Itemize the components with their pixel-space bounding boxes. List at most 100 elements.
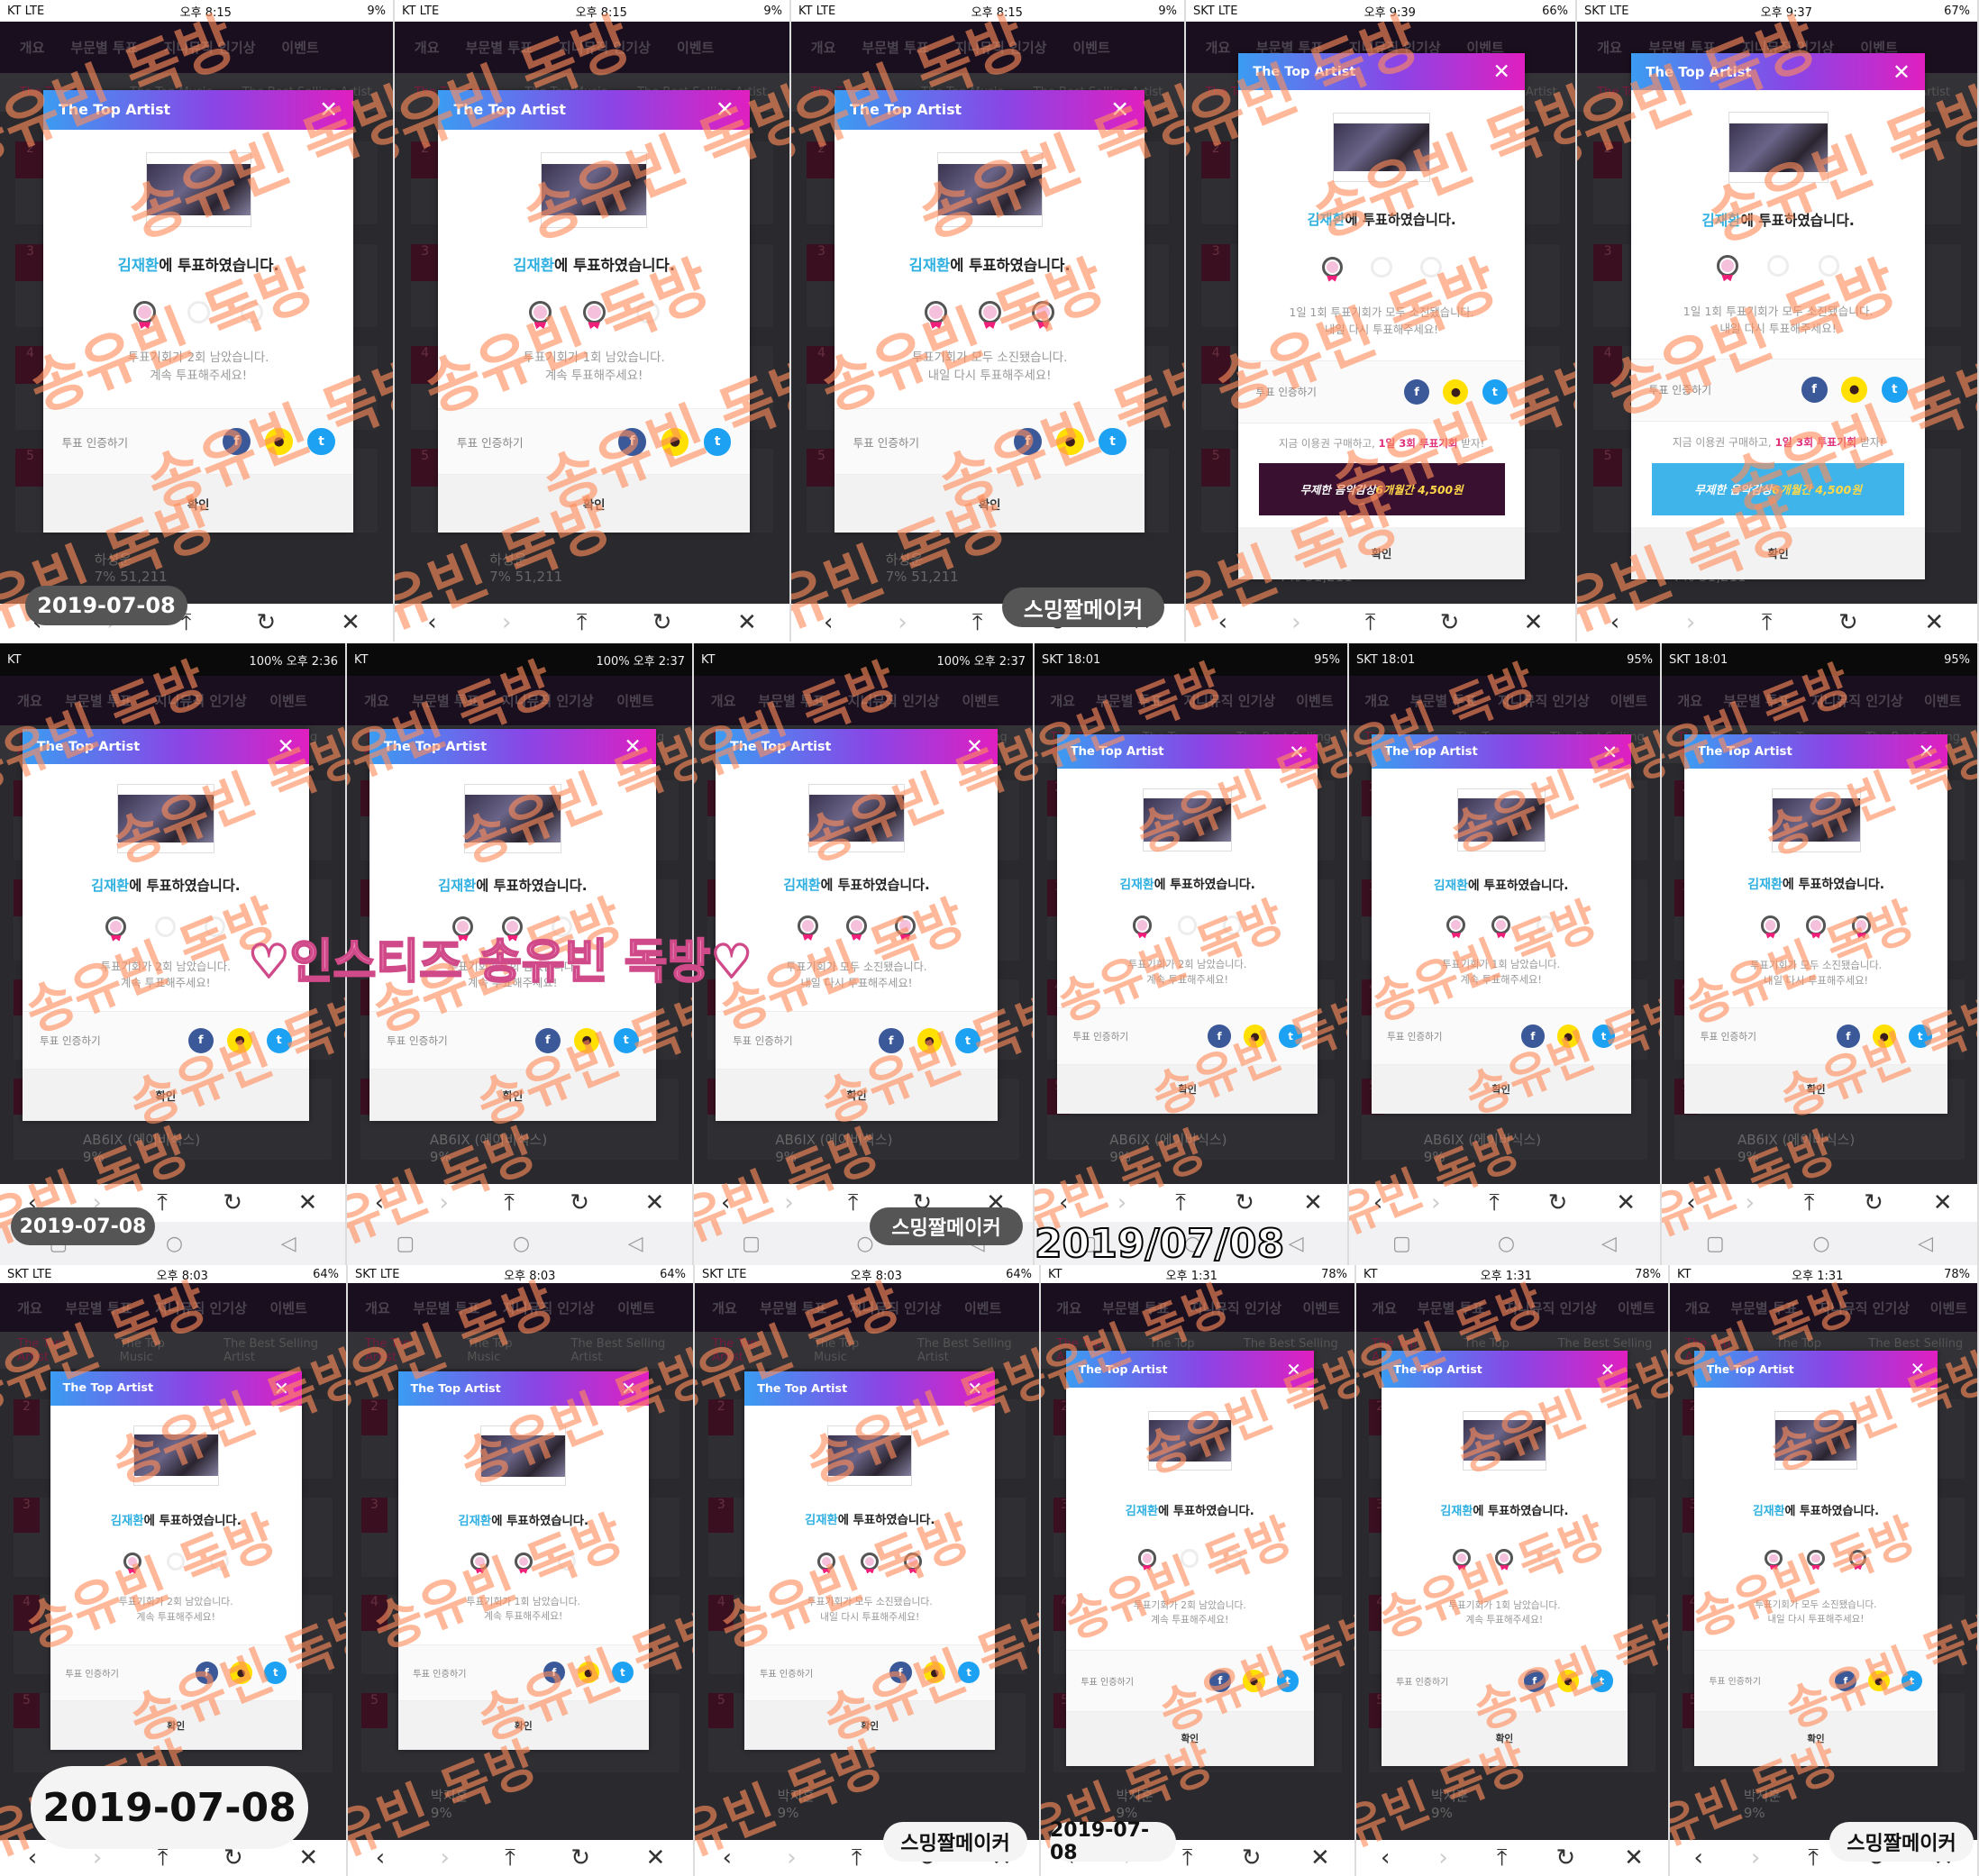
facebook-icon[interactable]: f [1014, 428, 1042, 456]
close-icon[interactable]: ✕ [737, 609, 757, 636]
app-nav-item[interactable]: 개요 [1685, 1298, 1710, 1317]
app-nav-item[interactable]: 이벤트 [1072, 38, 1109, 57]
refresh-icon[interactable]: ↻ [1548, 1189, 1568, 1216]
confirm-button[interactable]: 확인 [50, 1700, 302, 1751]
app-nav-item[interactable]: 지니뮤직 인기상 [502, 691, 594, 710]
app-nav-item[interactable]: 개요 [415, 38, 440, 57]
close-icon[interactable]: ✕ [716, 96, 734, 123]
app-nav-item[interactable]: 부문별 투표 [413, 1298, 479, 1317]
home-icon[interactable]: ○ [513, 1233, 530, 1255]
facebook-icon[interactable]: f [543, 1661, 566, 1684]
facebook-icon[interactable]: f [889, 1661, 912, 1684]
app-nav-item[interactable]: 부문별 투표 [862, 38, 928, 57]
app-nav-item[interactable]: 이벤트 [1930, 1298, 1967, 1317]
share-icon[interactable]: ⤒ [852, 1844, 862, 1872]
share-icon[interactable]: ⤒ [1497, 1844, 1508, 1872]
sub-tab[interactable]: The Best Selling Artist [917, 1337, 1039, 1364]
confirm-button[interactable]: 확인 [716, 1070, 998, 1121]
confirm-button[interactable]: 확인 [1684, 1064, 1948, 1115]
app-nav-item[interactable]: 부문별 투표 [65, 1298, 132, 1317]
share-icon[interactable]: ⤒ [1489, 1189, 1500, 1217]
twitter-icon[interactable]: t [1591, 1025, 1616, 1048]
confirm-button[interactable]: 확인 [22, 1070, 309, 1121]
app-nav-item[interactable]: 부문별 투표 [758, 691, 825, 710]
refresh-icon[interactable]: ↻ [1555, 1844, 1575, 1871]
app-nav-item[interactable]: 이벤트 [616, 691, 653, 710]
kakaotalk-icon[interactable]: ● [1867, 1670, 1890, 1692]
close-icon[interactable]: ✕ [297, 1189, 317, 1216]
app-nav-item[interactable]: 이벤트 [964, 1298, 1001, 1317]
back-icon[interactable]: ‹ [1686, 1189, 1695, 1216]
share-icon[interactable]: ⤒ [1804, 1189, 1815, 1217]
confirm-button[interactable]: 확인 [1371, 1064, 1631, 1115]
back-icon[interactable]: ‹ [723, 1844, 732, 1871]
promo-banner[interactable]: 무제한 음악감상 6개월간 4,500원 [1651, 462, 1905, 515]
twitter-icon[interactable]: t [1099, 428, 1126, 456]
close-icon[interactable]: ✕ [1524, 609, 1544, 636]
close-icon[interactable]: ✕ [621, 1378, 636, 1399]
app-nav-item[interactable]: 개요 [365, 1298, 390, 1317]
confirm-button[interactable]: 확인 [42, 475, 354, 533]
app-nav-item[interactable]: 이벤트 [269, 1298, 306, 1317]
back-icon[interactable]: ‹ [376, 1844, 385, 1871]
refresh-icon[interactable]: ↻ [652, 609, 672, 636]
app-nav-item[interactable]: 개요 [1206, 38, 1231, 57]
refresh-icon[interactable]: ↻ [1235, 1189, 1254, 1216]
close-icon[interactable]: ✕ [1602, 741, 1619, 763]
facebook-icon[interactable]: f [223, 428, 251, 456]
app-nav-item[interactable]: 이벤트 [1610, 691, 1647, 710]
close-icon[interactable]: ✕ [1493, 59, 1510, 84]
refresh-icon[interactable]: ↻ [570, 1844, 590, 1871]
share-icon[interactable]: ⤒ [157, 1189, 168, 1217]
back-icon[interactable]: ◁ [628, 1233, 643, 1255]
back-icon[interactable]: ‹ [1218, 609, 1227, 636]
forward-icon[interactable]: › [1291, 609, 1300, 636]
app-nav-item[interactable]: 지니뮤직 인기상 [155, 1298, 247, 1317]
app-nav-item[interactable]: 개요 [17, 691, 42, 710]
facebook-icon[interactable]: f [1836, 1025, 1860, 1048]
forward-icon[interactable]: › [1686, 609, 1695, 636]
back-icon[interactable]: ‹ [1059, 1189, 1068, 1216]
share-icon[interactable]: ⤒ [1365, 609, 1376, 637]
app-nav-item[interactable]: 지니뮤직 인기상 [503, 1298, 595, 1317]
twitter-icon[interactable]: t [1279, 1025, 1302, 1048]
sub-tab[interactable]: The Top Music [814, 1337, 891, 1364]
recent-apps-icon[interactable]: ▢ [1392, 1233, 1411, 1255]
close-icon[interactable]: ✕ [1919, 741, 1935, 763]
forward-icon[interactable]: › [787, 1844, 796, 1871]
back-icon[interactable]: ‹ [28, 1844, 37, 1871]
recent-apps-icon[interactable]: ▢ [1706, 1233, 1725, 1255]
app-nav-item[interactable]: 지니뮤직 인기상 [1183, 691, 1275, 710]
kakaotalk-icon[interactable]: ● [923, 1661, 946, 1684]
forward-icon[interactable]: › [1117, 1189, 1126, 1216]
app-nav-item[interactable]: 이벤트 [1618, 1298, 1655, 1317]
home-icon[interactable]: ○ [1812, 1233, 1829, 1255]
twitter-icon[interactable]: t [955, 1028, 980, 1053]
app-nav-item[interactable]: 개요 [364, 691, 389, 710]
app-nav-item[interactable]: 부문별 투표 [65, 691, 132, 710]
recent-apps-icon[interactable]: ▢ [396, 1233, 415, 1255]
kakaotalk-icon[interactable]: ● [1056, 428, 1084, 456]
close-icon[interactable]: ✕ [341, 609, 360, 636]
close-icon[interactable]: ✕ [1110, 96, 1129, 123]
refresh-icon[interactable]: ↻ [1864, 1189, 1883, 1216]
forward-icon[interactable]: › [898, 609, 907, 636]
sub-tab[interactable]: The Top Music [120, 1337, 197, 1364]
confirm-button[interactable]: 확인 [1630, 526, 1926, 579]
app-nav-item[interactable]: 지니뮤직 인기상 [1190, 1298, 1282, 1317]
app-nav-item[interactable]: 개요 [1597, 38, 1622, 57]
confirm-button[interactable]: 확인 [397, 1700, 649, 1751]
kakaotalk-icon[interactable]: ● [227, 1027, 253, 1053]
twitter-icon[interactable]: t [266, 1027, 292, 1053]
close-icon[interactable]: ✕ [1892, 59, 1911, 85]
back-icon[interactable]: ‹ [721, 1189, 730, 1216]
refresh-icon[interactable]: ↻ [223, 1189, 242, 1216]
kakaotalk-icon[interactable]: ● [1243, 1670, 1265, 1692]
kakaotalk-icon[interactable]: ● [1841, 377, 1868, 404]
twitter-icon[interactable]: t [1591, 1670, 1613, 1692]
close-icon[interactable]: ✕ [1616, 1189, 1636, 1216]
refresh-icon[interactable]: ↻ [1440, 609, 1460, 636]
share-icon[interactable]: ⤒ [1808, 1844, 1819, 1872]
recent-apps-icon[interactable]: ▢ [742, 1233, 761, 1255]
close-icon[interactable]: ✕ [1286, 1359, 1301, 1380]
